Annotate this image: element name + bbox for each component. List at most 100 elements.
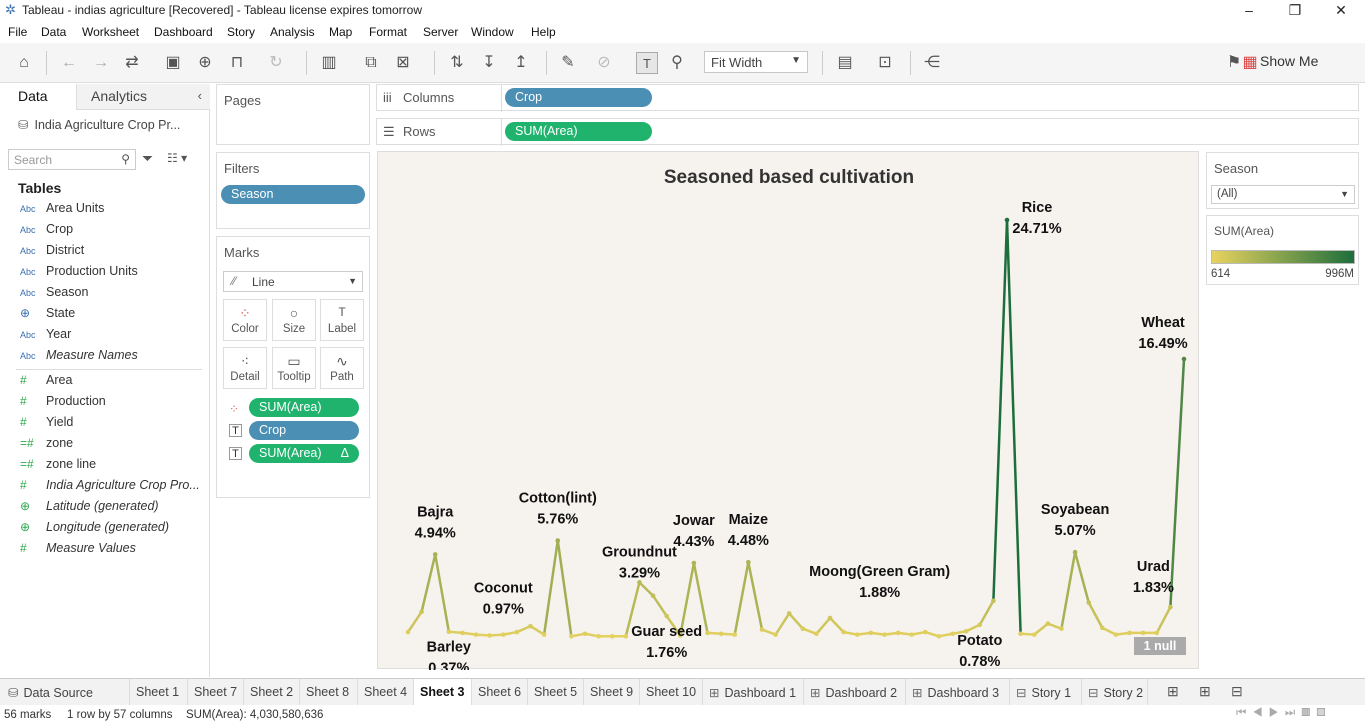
- data-point[interactable]: [500, 632, 506, 637]
- color-legend[interactable]: SUM(Area) 614 996M: [1206, 215, 1359, 285]
- line-segment[interactable]: [638, 581, 655, 597]
- data-point[interactable]: [1018, 631, 1023, 637]
- data-point[interactable]: [650, 593, 656, 599]
- tab-sheet-10[interactable]: Sheet 10: [640, 679, 703, 706]
- show-me-button[interactable]: Show Me: [1260, 53, 1318, 69]
- refresh-icon[interactable]: ↻: [265, 52, 287, 74]
- data-point[interactable]: [786, 611, 792, 616]
- restore-icon[interactable]: ❐: [1272, 0, 1318, 21]
- new-story-tab-icon[interactable]: ⊟: [1231, 683, 1243, 700]
- null-indicator[interactable]: 1 null: [1134, 637, 1186, 655]
- share-icon[interactable]: ⋲: [921, 52, 943, 74]
- marks-pill-label-crop[interactable]: Crop: [249, 421, 359, 440]
- pause-updates-icon[interactable]: ⊓: [226, 52, 248, 74]
- new-worksheet-tab-icon[interactable]: ⊞: [1167, 683, 1179, 700]
- new-worksheet-icon[interactable]: ▥: [318, 52, 340, 74]
- label-button[interactable]: T Label: [320, 299, 364, 341]
- data-point[interactable]: [1127, 630, 1132, 636]
- line-segment[interactable]: [747, 560, 764, 631]
- data-point[interactable]: [977, 622, 983, 628]
- line-segment[interactable]: [787, 612, 805, 630]
- minimize-icon[interactable]: –: [1226, 0, 1272, 21]
- collapse-pane-icon[interactable]: ‹: [198, 88, 202, 103]
- field-measure-names[interactable]: Abc Measure Names: [20, 348, 138, 368]
- line-segment[interactable]: [556, 539, 573, 638]
- field-longitude-generated-[interactable]: ⊕ Longitude (generated): [20, 520, 169, 540]
- line-segment[interactable]: [1073, 550, 1090, 604]
- columns-shelf[interactable]: iii Columns Crop: [376, 84, 1359, 112]
- line-segment[interactable]: [433, 553, 451, 633]
- menu-format[interactable]: Format: [369, 25, 407, 39]
- menu-worksheet[interactable]: Worksheet: [82, 25, 139, 39]
- duplicate-sheet-icon[interactable]: ⧉: [360, 52, 382, 74]
- fix-axes-icon[interactable]: ⚲: [666, 52, 688, 74]
- field-production[interactable]: # Production: [20, 394, 106, 414]
- data-point[interactable]: [909, 632, 915, 637]
- menu-help[interactable]: Help: [531, 25, 556, 39]
- data-point[interactable]: [936, 634, 942, 639]
- sort-ascending-icon[interactable]: ↧: [478, 52, 500, 74]
- field-season[interactable]: Abc Season: [20, 285, 88, 305]
- line-segment[interactable]: [1087, 601, 1104, 630]
- data-point[interactable]: [1059, 626, 1064, 631]
- data-point[interactable]: [1181, 356, 1187, 362]
- new-dashboard-tab-icon[interactable]: ⊞: [1199, 683, 1211, 700]
- line-segment[interactable]: [828, 616, 845, 634]
- field-zone-line[interactable]: =# zone line: [20, 457, 96, 477]
- tab-analytics[interactable]: Analytics ‹: [76, 84, 210, 110]
- menu-window[interactable]: Window: [471, 25, 514, 39]
- marks-pill-color-sum-area[interactable]: SUM(Area): [249, 398, 359, 417]
- field-production-units[interactable]: Abc Production Units: [20, 264, 138, 284]
- path-button[interactable]: ∿ Path: [320, 347, 364, 389]
- line-segment[interactable]: [774, 612, 791, 636]
- search-input[interactable]: Search ⚲: [8, 149, 136, 170]
- show-labels-icon[interactable]: T: [636, 52, 658, 74]
- tab-sheet-2[interactable]: Sheet 2: [244, 679, 300, 706]
- undo-icon[interactable]: ←: [58, 52, 80, 74]
- field-district[interactable]: Abc District: [20, 243, 84, 263]
- mark-type-dropdown[interactable]: ⁄⁄ Line ▼: [223, 271, 363, 292]
- sort-descending-icon[interactable]: ↥: [510, 52, 532, 74]
- data-point[interactable]: [827, 615, 833, 621]
- line-chart[interactable]: Bajra 4.94% Barley 0.37% Coconut 0.97% Cotton(…: [378, 152, 1200, 670]
- filter-pill-season[interactable]: Season: [221, 185, 365, 204]
- field-crop[interactable]: Abc Crop: [20, 222, 73, 242]
- line-segment[interactable]: [733, 560, 750, 636]
- menu-data[interactable]: Data: [41, 25, 66, 39]
- data-point[interactable]: [1140, 630, 1146, 636]
- season-filter-dropdown[interactable]: (All) ▼: [1211, 185, 1355, 204]
- tooltip-button[interactable]: ▭ Tooltip: [272, 347, 316, 389]
- fit-width-dropdown[interactable]: Fit Width ▼: [704, 51, 808, 73]
- line-segment[interactable]: [815, 616, 832, 636]
- data-point[interactable]: [569, 634, 574, 639]
- field-measure-values[interactable]: # Measure Values: [20, 541, 136, 561]
- rows-pill-sum-area[interactable]: SUM(Area): [505, 122, 652, 141]
- show-me-icon[interactable]: ▦: [1240, 52, 1260, 74]
- rows-shelf[interactable]: ☰ Rows SUM(Area): [376, 118, 1359, 146]
- data-point[interactable]: [773, 632, 778, 637]
- field-area-units[interactable]: Abc Area Units: [20, 201, 104, 221]
- field-yield[interactable]: # Yield: [20, 415, 73, 435]
- data-point[interactable]: [950, 631, 955, 637]
- line-segment[interactable]: [529, 624, 546, 636]
- data-point[interactable]: [895, 630, 901, 636]
- data-point[interactable]: [991, 598, 996, 604]
- data-point[interactable]: [487, 633, 492, 638]
- menu-server[interactable]: Server: [423, 25, 458, 39]
- data-point[interactable]: [800, 626, 806, 631]
- line-segment[interactable]: [978, 599, 995, 627]
- menu-file[interactable]: File: [8, 25, 27, 39]
- line-segment[interactable]: [406, 610, 423, 634]
- close-icon[interactable]: ✕: [1318, 0, 1364, 21]
- detail-button[interactable]: ⁖ Detail: [223, 347, 267, 389]
- data-point[interactable]: [419, 609, 424, 615]
- data-point[interactable]: [609, 634, 615, 639]
- tab-sheet-4[interactable]: Sheet 4: [358, 679, 414, 706]
- home-icon[interactable]: ⌂: [13, 52, 35, 74]
- field-india-agriculture-crop-pro-[interactable]: # India Agriculture Crop Pro...: [20, 478, 200, 498]
- data-point[interactable]: [1072, 549, 1078, 555]
- clear-sheet-icon[interactable]: ⊠: [392, 52, 414, 74]
- data-point[interactable]: [1154, 630, 1160, 636]
- data-point[interactable]: [473, 632, 479, 637]
- data-point[interactable]: [528, 623, 533, 629]
